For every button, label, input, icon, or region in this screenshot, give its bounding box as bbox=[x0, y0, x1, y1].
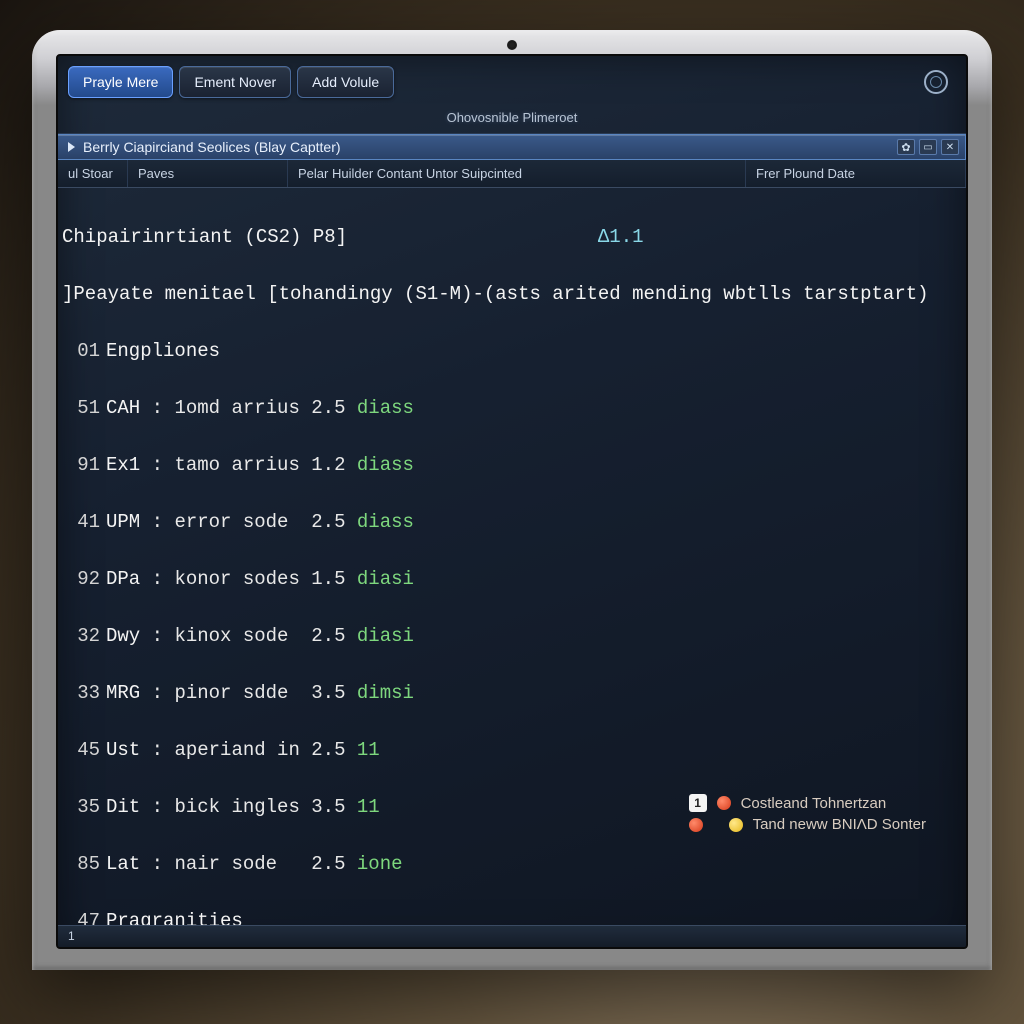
screen: Prayle Mere Ement Nover Add Volule Ohovo… bbox=[56, 54, 968, 949]
red-dot-icon bbox=[689, 818, 703, 832]
col-1[interactable]: ul Stoar bbox=[58, 160, 128, 187]
status-bar: 1 bbox=[58, 925, 966, 947]
legend-panel: 1 Costleand Tohnertzan Tand neww BNIΛD S… bbox=[689, 790, 926, 837]
legend-row-1: 1 Costleand Tohnertzan bbox=[689, 794, 926, 812]
header-line-2: ]Peayate menitael [tohandingy (S1-M)-(as… bbox=[62, 280, 966, 309]
brand-logo-icon bbox=[924, 70, 948, 94]
close-button[interactable]: ✕ bbox=[941, 139, 959, 155]
data-row: 85Lat : nair sode 2.5 ione bbox=[62, 850, 966, 879]
header-line-1: Chipairinrtiant (CS2) P8] Δ1.1 bbox=[62, 223, 966, 252]
webcam bbox=[507, 40, 517, 50]
laptop-frame: Prayle Mere Ement Nover Add Volule Ohovo… bbox=[32, 30, 992, 970]
data-row: 41UPM : error sode 2.5 diass bbox=[62, 508, 966, 537]
app-subtitle: Ohovosnible Plimeroet bbox=[58, 106, 966, 134]
col-2[interactable]: Paves bbox=[128, 160, 288, 187]
window-title: Berrly Ciapirciand Seolices (Blay Captte… bbox=[83, 139, 897, 155]
legend-row-2: Tand neww BNIΛD Sonter bbox=[689, 816, 926, 833]
settings-icon[interactable] bbox=[897, 139, 915, 155]
column-headers: ul Stoar Paves Pelar Huilder Contant Unt… bbox=[58, 160, 966, 188]
section-engpliones: 01Engpliones bbox=[62, 337, 966, 366]
data-row: 33MRG : pinor sdde 3.5 dimsi bbox=[62, 679, 966, 708]
legend-badge: 1 bbox=[689, 794, 707, 812]
toolbar-button-2[interactable]: Ement Nover bbox=[179, 66, 291, 98]
data-row: 91Ex1 : tamo arrius 1.2 diass bbox=[62, 451, 966, 480]
toolbar-button-3[interactable]: Add Volule bbox=[297, 66, 394, 98]
arrow-right-icon bbox=[68, 142, 75, 152]
col-4[interactable]: Frer Plound Date bbox=[746, 160, 966, 187]
legend-label-1: Costleand Tohnertzan bbox=[741, 795, 887, 812]
primary-action-button[interactable]: Prayle Mere bbox=[68, 66, 173, 98]
red-dot-icon bbox=[717, 796, 731, 810]
legend-label-2: Tand neww BNIΛD Sonter bbox=[753, 816, 926, 833]
data-row: 92DPa : konor sodes 1.5 diasi bbox=[62, 565, 966, 594]
data-row: 45Ust : aperiand in 2.5 11 bbox=[62, 736, 966, 765]
top-toolbar: Prayle Mere Ement Nover Add Volule bbox=[58, 56, 966, 106]
status-left: 1 bbox=[68, 929, 75, 943]
data-row: 51CAH : 1omd arrius 2.5 diass bbox=[62, 394, 966, 423]
data-row: 32Dwy : kinox sode 2.5 diasi bbox=[62, 622, 966, 651]
col-3[interactable]: Pelar Huilder Contant Untor Suipcinted bbox=[288, 160, 746, 187]
minimize-button[interactable]: ▭ bbox=[919, 139, 937, 155]
yellow-dot-icon bbox=[729, 818, 743, 832]
window-titlebar: Berrly Ciapirciand Seolices (Blay Captte… bbox=[58, 134, 966, 160]
